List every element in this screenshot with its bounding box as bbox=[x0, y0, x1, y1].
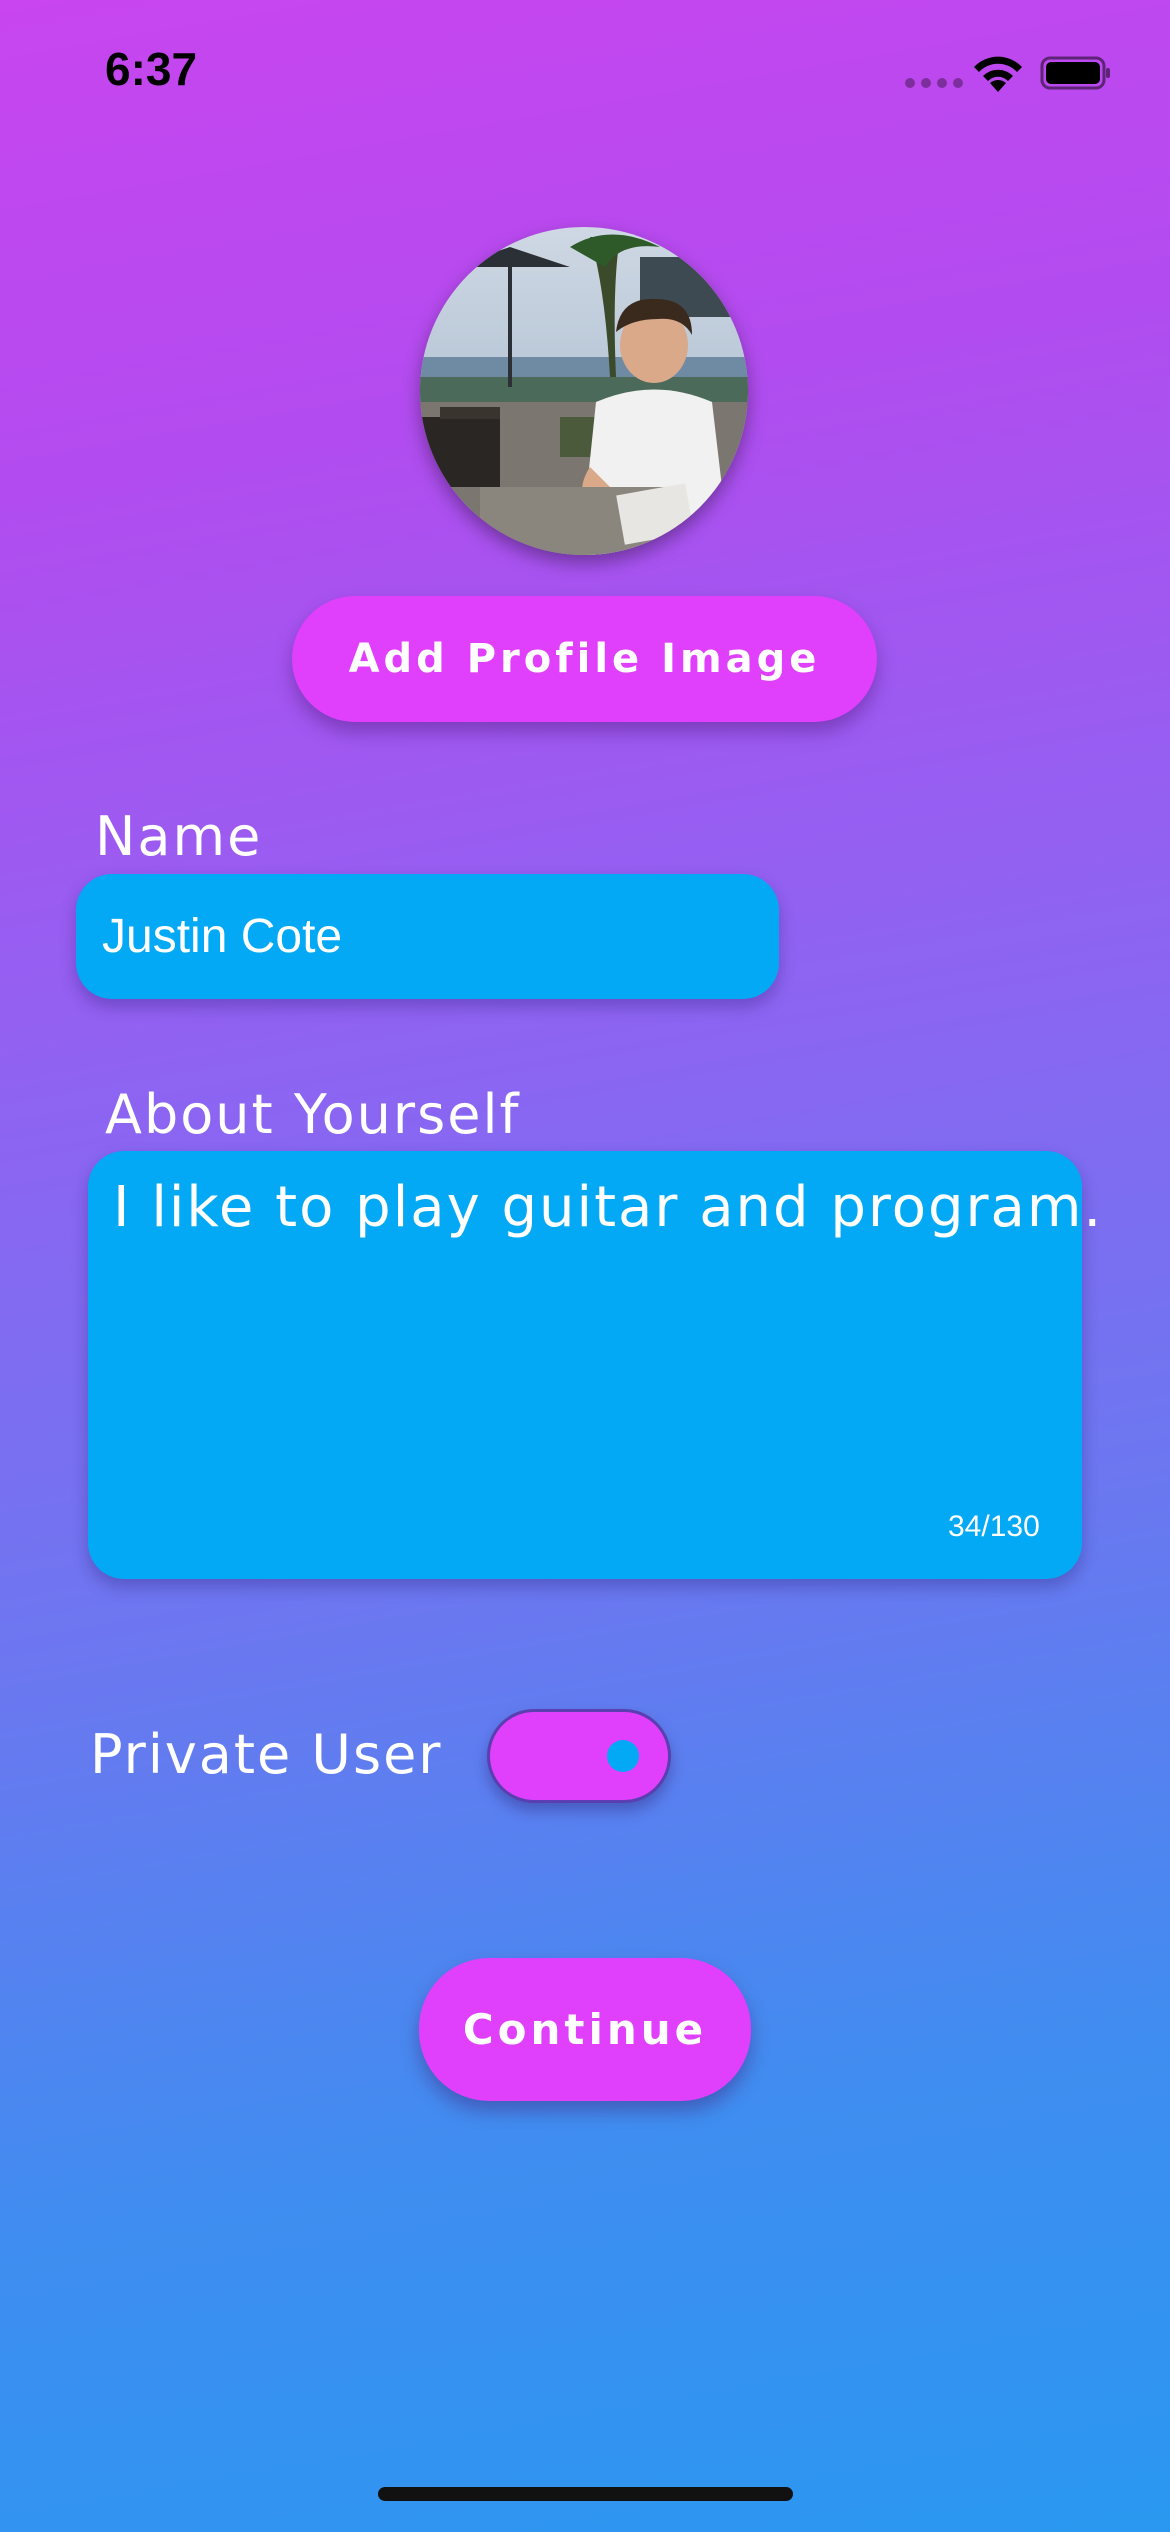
battery-icon bbox=[1040, 56, 1110, 90]
status-time: 6:37 bbox=[105, 43, 198, 95]
about-textarea-value[interactable]: I like to play guitar and program. bbox=[113, 1175, 1103, 1240]
character-counter: 34/130 bbox=[948, 1510, 1040, 1543]
wifi-icon bbox=[974, 56, 1022, 92]
profile-photo-image bbox=[420, 227, 748, 555]
about-label: About Yourself bbox=[105, 1083, 521, 1146]
profile-avatar[interactable] bbox=[420, 227, 748, 555]
toggle-knob[interactable] bbox=[607, 1740, 639, 1772]
continue-button[interactable]: Continue bbox=[419, 1958, 751, 2101]
private-user-toggle[interactable] bbox=[487, 1709, 671, 1803]
name-input[interactable]: Justin Cote bbox=[76, 874, 779, 999]
home-indicator[interactable] bbox=[378, 2487, 793, 2501]
cellular-signal-icon bbox=[905, 78, 963, 88]
name-label: Name bbox=[95, 805, 263, 868]
add-profile-image-button[interactable]: Add Profile Image bbox=[292, 596, 877, 722]
private-user-label: Private User bbox=[90, 1723, 443, 1786]
